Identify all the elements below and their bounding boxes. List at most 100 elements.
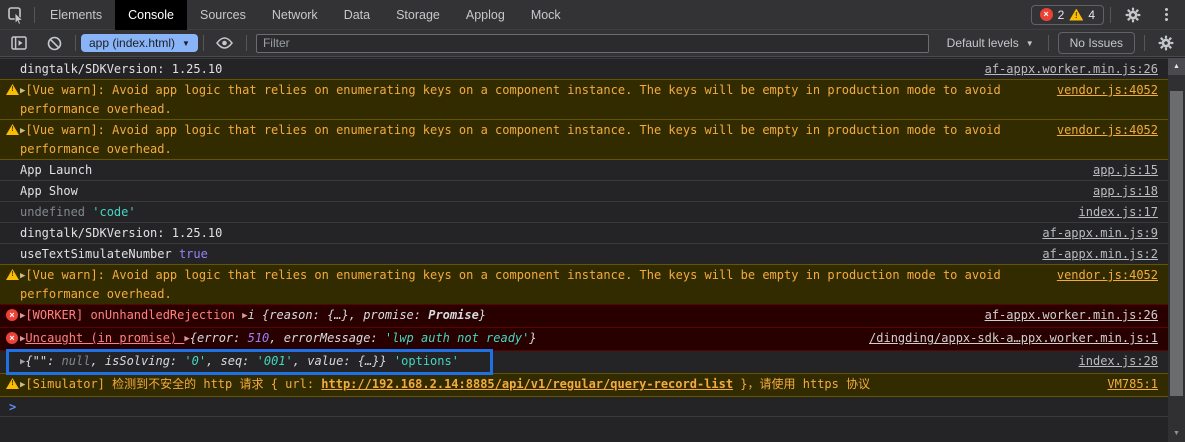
scrollbar-thumb[interactable] [1170, 91, 1183, 396]
log-levels-dropdown[interactable]: Default levels ▼ [938, 36, 1043, 50]
console-toolbar: app (index.html) ▼ Default levels ▼ No I… [0, 30, 1185, 57]
tab-applog[interactable]: Applog [453, 0, 518, 30]
console-log-area: dingtalk/SDKVersion: 1.25.10af-appx.work… [0, 58, 1168, 442]
source-link[interactable]: index.js:28 [1079, 353, 1168, 370]
expand-arrow-icon[interactable]: ▶ [20, 268, 25, 285]
tab-data[interactable]: Data [331, 0, 383, 30]
source-link[interactable]: VM785:1 [1107, 376, 1168, 393]
text-segment: useTextSimulateNumber [20, 247, 179, 261]
divider [1110, 7, 1111, 23]
text-segment: Promise [428, 308, 479, 322]
message-text: useTextSimulateNumber true [20, 246, 1042, 263]
text-segment: , seq: [206, 354, 257, 368]
inspect-element-button[interactable] [0, 0, 32, 30]
source-link[interactable]: /dingding/appx-sdk-a…ppx.worker.min.js:1 [869, 330, 1168, 347]
source-link[interactable]: vendor.js:4052 [1057, 82, 1168, 99]
panel-tabs: ElementsConsoleSourcesNetworkDataStorage… [37, 0, 574, 30]
error-icon: × [6, 330, 20, 344]
url-link[interactable]: http://192.168.2.14:8885/api/v1/regular/… [321, 377, 733, 391]
expand-arrow-icon[interactable]: ▶ [184, 331, 189, 348]
message-text: ▶ [Vue warn]: Avoid app logic that relie… [20, 122, 1057, 158]
text-segment: {"": [25, 354, 61, 368]
tab-elements[interactable]: Elements [37, 0, 115, 30]
text-segment: [Simulator] 检测到不安全的 http 请求 { url: [25, 377, 321, 391]
source-link[interactable]: app.js:18 [1093, 183, 1168, 200]
scroll-down-button[interactable]: ▼ [1168, 425, 1185, 442]
settings-button[interactable] [1117, 0, 1149, 30]
text-segment: '0' [184, 354, 206, 368]
expand-arrow-icon[interactable]: ▶ [20, 354, 25, 371]
error-count: 2 [1058, 8, 1065, 22]
live-expression-button[interactable] [209, 28, 241, 58]
source-link[interactable]: af-appx.min.js:2 [1042, 246, 1168, 263]
expand-arrow-icon[interactable]: ▶ [20, 123, 25, 140]
warning-icon: ! [6, 376, 20, 389]
scroll-up-button[interactable]: ▲ [1168, 58, 1185, 75]
message-text: ▶ {"": null, isSolving: '0', seq: '001',… [20, 353, 1079, 372]
tab-sources[interactable]: Sources [187, 0, 259, 30]
expand-arrow-icon[interactable]: ▶ [20, 377, 25, 394]
message-text: ▶ [Vue warn]: Avoid app logic that relie… [20, 267, 1057, 303]
error-icon: × [6, 307, 20, 321]
divider [246, 35, 247, 51]
issues-status-button[interactable]: No Issues [1058, 32, 1135, 54]
more-options-button[interactable] [1153, 8, 1179, 21]
message-text: App Show [20, 183, 1093, 200]
clear-console-button[interactable] [38, 28, 70, 58]
divider [1048, 35, 1049, 51]
text-segment: Uncaught (in promise) [25, 331, 184, 345]
source-link[interactable]: af-appx.min.js:9 [1042, 225, 1168, 242]
text-segment: {error: [190, 331, 248, 345]
console-message: App Showapp.js:18 [0, 180, 1168, 201]
message-gutter [6, 353, 20, 355]
message-text: ▶ [WORKER] onUnhandledRejection ▶ i {rea… [20, 307, 985, 326]
scrollbar[interactable]: ▲ ▼ [1168, 58, 1185, 442]
source-link[interactable]: vendor.js:4052 [1057, 122, 1168, 139]
message-text: dingtalk/SDKVersion: 1.25.10 [20, 61, 985, 78]
console-prompt[interactable]: > [0, 396, 1168, 417]
prompt-chevron-icon: > [9, 400, 16, 414]
message-gutter [6, 225, 20, 227]
console-sidebar-toggle-button[interactable] [3, 28, 35, 58]
levels-label: Default levels [947, 36, 1019, 50]
eye-icon [216, 37, 233, 49]
text-segment: '001' [257, 354, 293, 368]
expand-arrow-icon[interactable]: ▶ [20, 331, 25, 348]
source-link[interactable]: index.js:17 [1079, 204, 1168, 221]
message-text: undefined 'code' [20, 204, 1079, 221]
warning-count: 4 [1088, 8, 1095, 22]
console-message: !▶ [Simulator] 检测到不安全的 http 请求 { url: ht… [0, 373, 1168, 396]
message-gutter [6, 183, 20, 185]
divider [203, 35, 204, 51]
message-gutter [6, 162, 20, 164]
tab-network[interactable]: Network [259, 0, 331, 30]
text-segment: undefined [20, 205, 92, 219]
text-segment: true [179, 247, 208, 261]
console-message: undefined 'code'index.js:17 [0, 201, 1168, 222]
console-message: ×▶ Uncaught (in promise) ▶ {error: 510, … [0, 327, 1168, 350]
clear-console-icon [47, 36, 62, 51]
source-link[interactable]: af-appx.worker.min.js:26 [985, 307, 1168, 324]
issues-counter-button[interactable]: × 2 ! 4 [1031, 5, 1104, 25]
console-settings-button[interactable] [1150, 28, 1182, 58]
text-segment: 'code' [92, 205, 135, 219]
text-segment: } [479, 308, 486, 322]
expand-arrow-icon[interactable]: ▶ [20, 308, 25, 325]
tab-console[interactable]: Console [115, 0, 187, 30]
expand-arrow-icon[interactable]: ▶ [20, 83, 25, 100]
tab-mock[interactable]: Mock [518, 0, 574, 30]
text-segment: } [529, 331, 536, 345]
source-link[interactable]: vendor.js:4052 [1057, 267, 1168, 284]
text-segment: }，请使用 https 协议 [733, 377, 870, 391]
chevron-down-icon: ▼ [1026, 39, 1034, 48]
filter-input[interactable] [256, 34, 929, 53]
divider [1144, 35, 1145, 51]
expand-arrow-icon[interactable]: ▶ [242, 308, 247, 325]
tab-storage[interactable]: Storage [383, 0, 453, 30]
source-link[interactable]: app.js:15 [1093, 162, 1168, 179]
execution-context-selector[interactable]: app (index.html) ▼ [81, 34, 198, 52]
source-link[interactable]: af-appx.worker.min.js:26 [985, 61, 1168, 78]
text-segment: , isSolving: [90, 354, 184, 368]
warning-count-icon: ! [1069, 9, 1083, 21]
warning-icon: ! [6, 267, 20, 280]
